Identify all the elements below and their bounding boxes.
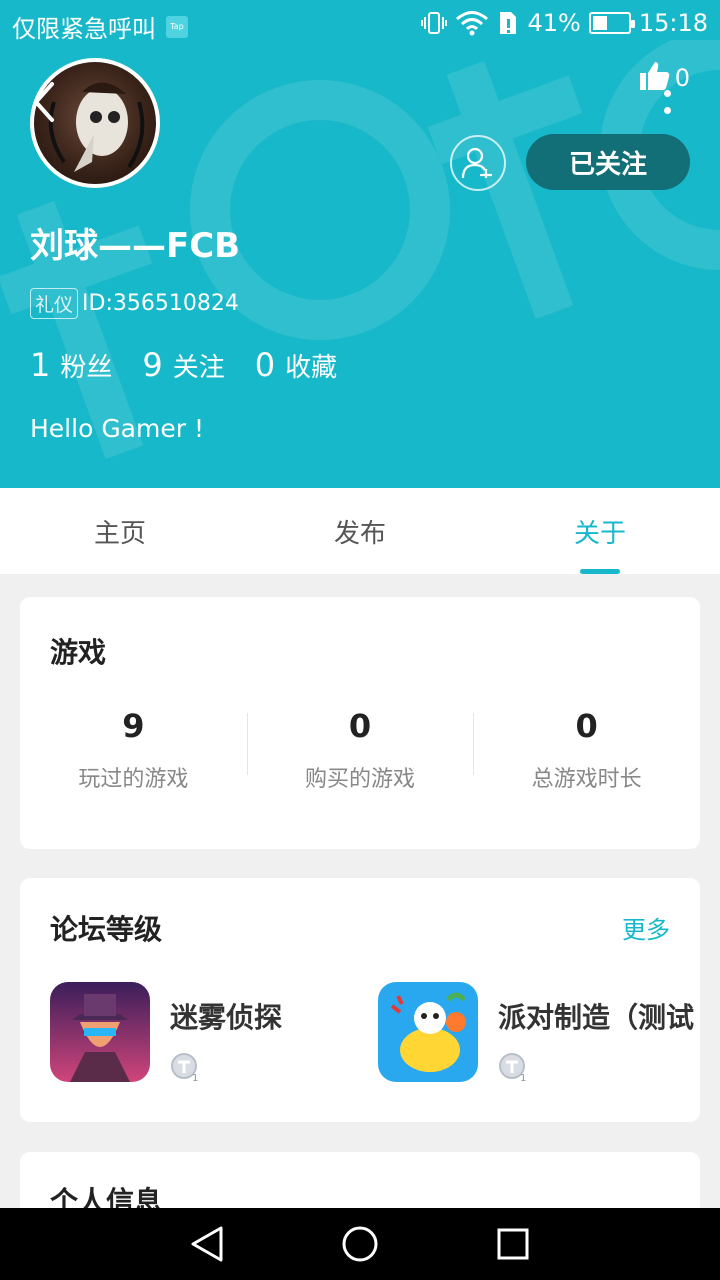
following-count[interactable]: 9 <box>142 346 162 384</box>
profile-header: 仅限紧急呼叫 Tap 41% 15:18 0 已关注 刘球——FCB 礼仪 ID… <box>0 0 720 488</box>
playtime-stat[interactable]: 0 总游戏时长 <box>473 707 700 793</box>
forum-game-name: 迷雾侦探 <box>170 1001 283 1034</box>
back-arrow-icon[interactable] <box>30 80 60 124</box>
profile-tabs: 主页 发布 关于 <box>0 488 720 574</box>
forum-item[interactable]: 派对制造（测试 1 <box>378 982 694 1086</box>
played-games-label: 玩过的游戏 <box>78 767 189 792</box>
user-id: ID:356510824 <box>82 291 239 316</box>
followers-count[interactable]: 1 <box>30 346 50 384</box>
svg-text:1: 1 <box>192 1073 198 1082</box>
like-button[interactable]: 0 <box>639 60 690 92</box>
favorites-count[interactable]: 0 <box>255 346 275 384</box>
system-nav-bar <box>0 1208 720 1280</box>
add-user-icon <box>461 147 492 179</box>
forum-game-name: 派对制造（测试 <box>498 1001 695 1034</box>
detective-game-icon <box>50 982 150 1082</box>
forum-more-link[interactable]: 更多 <box>622 910 670 945</box>
playtime-count: 0 <box>575 707 598 745</box>
purchased-games-count: 0 <box>348 707 372 745</box>
user-id-row: 礼仪 ID:356510824 <box>30 288 239 319</box>
tab-active-indicator <box>580 569 620 574</box>
square-recents-icon <box>497 1228 529 1260</box>
battery-percent: 41% <box>527 9 581 37</box>
tab-about-label: 关于 <box>573 518 626 549</box>
level-badge-icon: 1 <box>171 1053 198 1084</box>
svg-text:1: 1 <box>520 1073 526 1082</box>
like-count: 0 <box>674 64 690 92</box>
games-title: 游戏 <box>50 636 107 669</box>
tab-posts[interactable]: 发布 <box>240 488 480 574</box>
add-friend-button[interactable] <box>450 135 506 191</box>
favorites-label[interactable]: 收藏 <box>285 347 337 384</box>
carrier-text: 仅限紧急呼叫 <box>12 15 156 43</box>
battery-icon <box>588 12 635 34</box>
games-card: 游戏 9 玩过的游戏 0 购买的游戏 0 总游戏时长 <box>20 597 700 849</box>
forum-item[interactable]: 迷雾侦探 1 <box>50 982 282 1086</box>
user-bio: Hello Gamer ! <box>30 414 204 443</box>
playtime-label: 总游戏时长 <box>531 767 642 792</box>
profile-stats: 1 粉丝 9 关注 0 收藏 <box>30 346 367 384</box>
tab-home[interactable]: 主页 <box>0 488 240 574</box>
following-label[interactable]: 关注 <box>173 347 225 384</box>
party-game-icon <box>378 982 478 1082</box>
following-button[interactable]: 已关注 <box>526 134 690 190</box>
circle-home-icon <box>342 1226 378 1262</box>
followers-label[interactable]: 粉丝 <box>60 347 112 384</box>
nav-home-button[interactable] <box>340 1224 380 1264</box>
wifi-icon <box>456 11 489 36</box>
sim-alert-icon <box>500 12 517 34</box>
battery-fill <box>592 16 607 30</box>
triangle-back-icon <box>191 1226 223 1262</box>
status-bar: 仅限紧急呼叫 Tap 41% 15:18 <box>0 0 720 50</box>
etiquette-badge[interactable]: 礼仪 <box>30 288 79 319</box>
clock: 15:18 <box>638 9 708 37</box>
username: 刘球——FCB <box>30 226 241 266</box>
thumbs-up-icon <box>639 62 669 90</box>
taptap-notification-icon: Tap <box>166 15 188 38</box>
more-options-icon[interactable] <box>664 90 672 120</box>
vibrate-icon <box>421 12 448 34</box>
forum-level-card: 论坛等级 更多 迷雾侦探 1 派对制造（测试 1 <box>20 878 700 1122</box>
level-badge-icon: 1 <box>499 1053 526 1084</box>
nav-recents-button[interactable] <box>493 1224 533 1264</box>
played-games-count: 9 <box>122 707 145 745</box>
games-stats: 9 玩过的游戏 0 购买的游戏 0 总游戏时长 <box>20 707 700 793</box>
tab-about[interactable]: 关于 <box>480 488 720 574</box>
forum-level-title: 论坛等级 <box>50 913 163 946</box>
played-games-stat[interactable]: 9 玩过的游戏 <box>20 707 247 793</box>
nav-back-button[interactable] <box>187 1224 227 1264</box>
purchased-games-stat[interactable]: 0 购买的游戏 <box>246 707 474 793</box>
purchased-games-label: 购买的游戏 <box>305 767 416 792</box>
